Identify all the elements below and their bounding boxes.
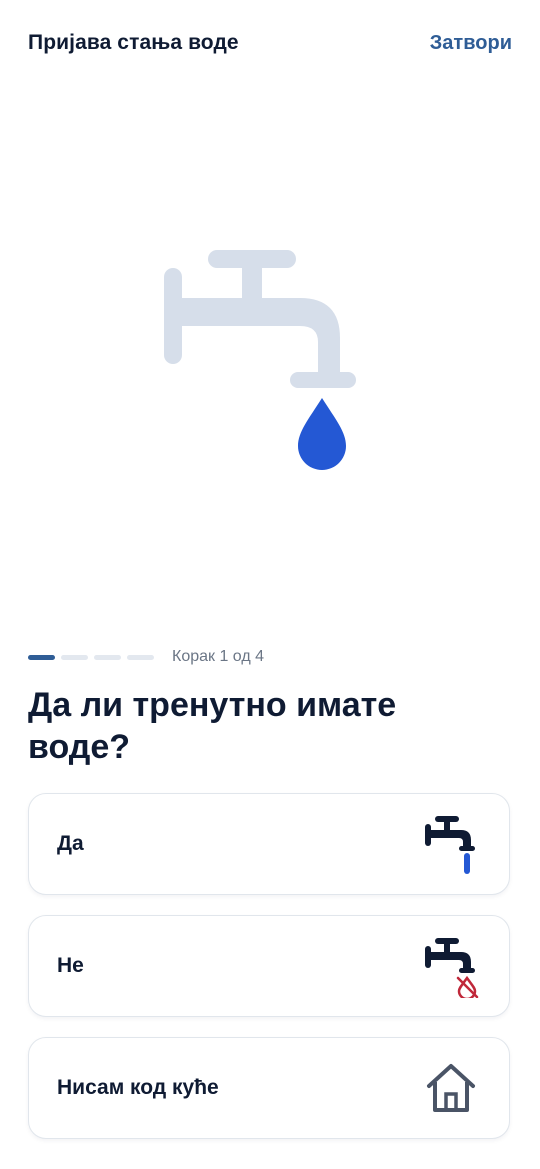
- step-label: Корак 1 од 4: [172, 648, 265, 665]
- question-heading: Да ли тренутно имате воде?: [28, 686, 397, 766]
- option-not-home[interactable]: Нисам код куће: [28, 1037, 510, 1139]
- page-title: Пријава стања воде: [28, 31, 239, 54]
- faucet-no-water-icon: [421, 934, 481, 998]
- faucet-running-icon: [421, 812, 481, 876]
- option-no[interactable]: Не: [28, 915, 510, 1017]
- close-button[interactable]: Затвори: [430, 32, 512, 55]
- faucet-illustration: [164, 250, 356, 470]
- progress-segment: [28, 654, 55, 660]
- step-progress: Корак 1 од 4: [28, 648, 264, 666]
- option-label: Да: [57, 832, 84, 855]
- option-yes[interactable]: Да: [28, 793, 510, 895]
- progress-segment: [127, 654, 154, 660]
- header: Пријава стања воде Затвори: [28, 28, 512, 58]
- faucet-icon: [164, 250, 356, 388]
- progress-segment: [61, 654, 88, 660]
- water-drop-icon: [298, 398, 346, 470]
- option-label: Нисам код куће: [57, 1076, 219, 1099]
- option-label: Не: [57, 954, 84, 977]
- progress-segment: [94, 654, 121, 660]
- house-icon: [421, 1056, 481, 1120]
